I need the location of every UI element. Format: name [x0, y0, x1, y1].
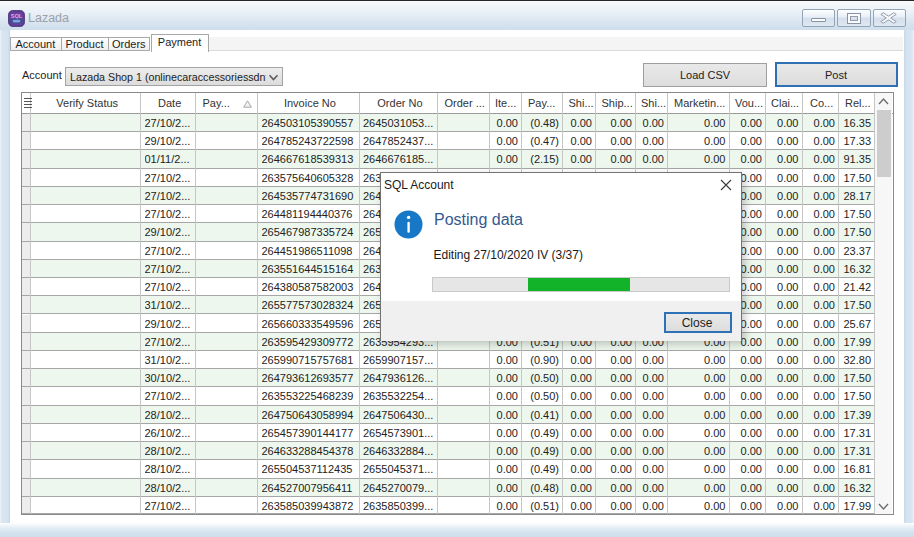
svg-text:SQL: SQL: [11, 13, 23, 19]
